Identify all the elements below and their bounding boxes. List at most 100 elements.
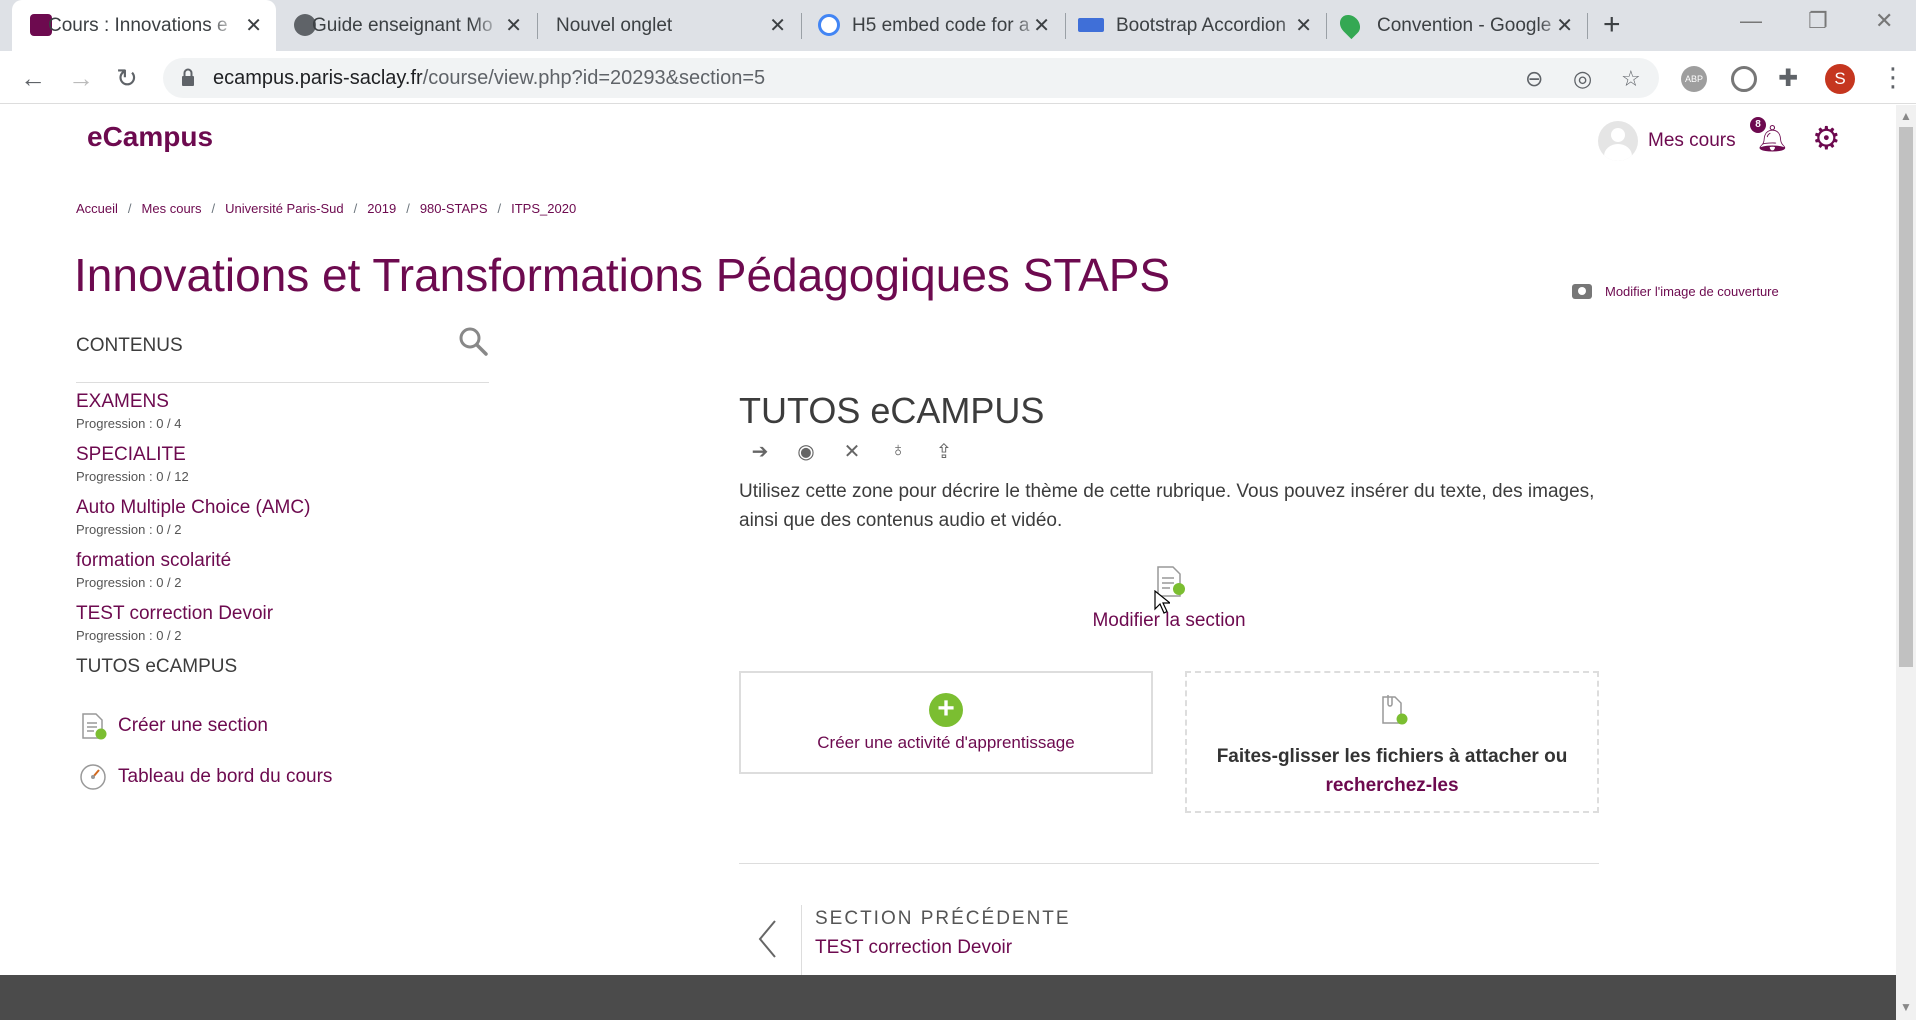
create-activity-button[interactable]: + Créer une activité d'apprentissage: [739, 671, 1153, 774]
previous-section-kicker: SECTION PRÉCÉDENTE: [815, 908, 1071, 929]
url-path: /course/view.php?id=20293&section=5: [422, 67, 766, 89]
tab-course[interactable]: Cours : Innovations e ✕: [12, 0, 276, 51]
page-footer: [0, 975, 1896, 1020]
tab-bootstrap[interactable]: Bootstrap Accordion ✕: [1066, 0, 1326, 51]
lock-icon: [182, 68, 194, 86]
browser-menu-icon[interactable]: ⋮: [1880, 62, 1906, 93]
tab-h5[interactable]: H5 embed code for a ✕: [802, 0, 1064, 51]
scrollbar-thumb[interactable]: [1899, 127, 1913, 667]
settings-gear-icon[interactable]: ⚙: [1812, 119, 1841, 157]
adblock-label: ABP: [1684, 74, 1703, 84]
dashboard-gauge-icon: [80, 764, 106, 790]
tab-title: Guide enseignant Mo: [312, 14, 493, 36]
tab-title: H5 embed code for a: [852, 14, 1030, 36]
delete-x-icon[interactable]: ✕: [837, 439, 867, 464]
scroll-down-arrow-icon[interactable]: ▼: [1900, 1000, 1912, 1014]
sidebar-item-tutos[interactable]: TUTOS eCAMPUS: [76, 656, 237, 678]
breadcrumb-mes-cours[interactable]: Mes cours: [142, 201, 202, 216]
camera-icon: [1572, 284, 1592, 299]
mouse-cursor-icon: [1154, 590, 1170, 614]
mes-cours-link[interactable]: Mes cours: [1648, 130, 1736, 152]
close-tab-icon[interactable]: ✕: [769, 13, 786, 38]
breadcrumb-category[interactable]: 980-STAPS: [420, 201, 488, 216]
section-progress: Progression : 0 / 2: [76, 575, 182, 590]
tracking-off-eye-icon[interactable]: ◎: [1573, 66, 1592, 92]
section-actions: ➔ ◉ ✕ ♁ ⇪: [745, 439, 959, 464]
browse-files-link[interactable]: recherchez-les: [1325, 775, 1458, 796]
breadcrumb-year[interactable]: 2019: [367, 201, 396, 216]
tab-title: Nouvel onglet: [556, 14, 673, 36]
close-tab-icon[interactable]: ✕: [1556, 13, 1573, 38]
page-scrollbar[interactable]: ▲ ▼: [1896, 105, 1916, 1020]
attach-file-icon: [1382, 695, 1408, 725]
highlight-bulb-icon[interactable]: ♁: [883, 439, 913, 464]
scroll-up-arrow-icon[interactable]: ▲: [1900, 109, 1912, 123]
close-tab-icon[interactable]: ✕: [505, 13, 522, 38]
close-tab-icon[interactable]: ✕: [1295, 13, 1312, 38]
section-link[interactable]: formation scolarité: [76, 550, 231, 572]
window-close-icon[interactable]: ✕: [1875, 8, 1893, 34]
sidebar-item-amc[interactable]: Auto Multiple Choice (AMC) Progression :…: [76, 497, 310, 537]
section-link[interactable]: EXAMENS: [76, 391, 182, 413]
section-link-current[interactable]: TUTOS eCAMPUS: [76, 656, 237, 678]
close-tab-icon[interactable]: ✕: [1033, 13, 1050, 38]
close-tab-icon[interactable]: ✕: [245, 13, 262, 38]
previous-section-link[interactable]: TEST correction Devoir: [815, 937, 1012, 959]
section-link[interactable]: TEST correction Devoir: [76, 603, 273, 625]
create-section-link[interactable]: Créer une section: [78, 711, 268, 741]
restore-icon[interactable]: ❐: [1808, 8, 1828, 34]
new-tab-plus-icon[interactable]: +: [1603, 8, 1621, 42]
forward-arrow-icon[interactable]: →: [68, 63, 94, 94]
mdb-icon: [1078, 18, 1104, 32]
extensions-puzzle-icon[interactable]: ✚: [1778, 64, 1798, 93]
course-dashboard-link[interactable]: Tableau de bord du cours: [78, 762, 332, 792]
tab-new[interactable]: Nouvel onglet ✕: [538, 0, 800, 51]
breadcrumb: Accueil / Mes cours / Université Paris-Sud…: [76, 201, 577, 216]
create-activity-label: Créer une activité d'apprentissage: [817, 733, 1075, 752]
zoom-out-icon[interactable]: ⊖: [1525, 66, 1543, 92]
section-title: TUTOS eCAMPUS: [739, 390, 1045, 431]
tab-guide[interactable]: Guide enseignant Mo ✕: [276, 0, 536, 51]
notification-count-badge: 8: [1750, 117, 1766, 133]
search-icon[interactable]: [457, 325, 489, 357]
reload-icon[interactable]: ↻: [116, 63, 138, 94]
course-title: Innovations et Transformations Pédagogiq…: [74, 249, 1171, 301]
breadcrumb-accueil[interactable]: Accueil: [76, 201, 118, 216]
section-progress: Progression : 0 / 2: [76, 628, 182, 643]
google-icon: [818, 14, 840, 36]
previous-section-nav[interactable]: SECTION PRÉCÉDENTE TEST correction Devoi…: [739, 905, 1139, 975]
section-progress: Progression : 0 / 2: [76, 522, 182, 537]
file-drop-zone[interactable]: Faites-glisser les fichiers à attacher o…: [1185, 671, 1599, 813]
tab-convention[interactable]: Convention - Google ✕: [1327, 0, 1587, 51]
edit-cover-image-link[interactable]: Modifier l'image de couverture: [1572, 284, 1779, 299]
export-icon[interactable]: ⇪: [929, 439, 959, 464]
breadcrumb-course[interactable]: ITPS_2020: [511, 201, 576, 216]
minimize-icon[interactable]: —: [1740, 8, 1762, 34]
section-description: Utilisez cette zone pour décrire le thèm…: [739, 481, 1595, 531]
sidebar-item-test-correction[interactable]: TEST correction Devoir Progression : 0 /…: [76, 603, 273, 643]
visibility-eye-icon[interactable]: ◉: [791, 439, 821, 464]
contents-header: CONTENUS: [76, 325, 489, 383]
section-link[interactable]: Auto Multiple Choice (AMC): [76, 497, 310, 519]
address-bar[interactable]: ecampus.paris-saclay.fr/course/view.php?…: [163, 58, 1659, 98]
tab-title: Bootstrap Accordion: [1116, 14, 1287, 36]
extension-circle-icon[interactable]: [1731, 66, 1757, 92]
sidebar-item-formation-scolarite[interactable]: formation scolarité Progression : 0 / 2: [76, 550, 231, 590]
breadcrumb-university[interactable]: Université Paris-Sud: [225, 201, 344, 216]
move-arrow-icon[interactable]: ➔: [745, 439, 775, 464]
sidebar-item-examens[interactable]: EXAMENS Progression : 0 / 4: [76, 391, 182, 431]
profile-avatar[interactable]: S: [1825, 64, 1855, 94]
back-arrow-icon[interactable]: ←: [20, 63, 46, 94]
bookmark-star-icon[interactable]: ☆: [1621, 66, 1641, 92]
user-avatar: [1598, 121, 1638, 161]
user-menu[interactable]: Mes cours: [1598, 121, 1736, 161]
add-plus-icon: +: [929, 693, 963, 727]
browser-toolbar: ← → ↻ ecampus.paris-saclay.fr/course/vie…: [0, 51, 1916, 104]
adblock-icon[interactable]: ABP: [1681, 66, 1707, 92]
site-logo[interactable]: eCampus: [87, 121, 213, 153]
contents-heading: CONTENUS: [76, 335, 183, 356]
section-progress: Progression : 0 / 4: [76, 416, 182, 431]
section-link[interactable]: SPECIALITE: [76, 444, 189, 466]
sidebar-item-specialite[interactable]: SPECIALITE Progression : 0 / 12: [76, 444, 189, 484]
section-progress: Progression : 0 / 12: [76, 469, 189, 484]
